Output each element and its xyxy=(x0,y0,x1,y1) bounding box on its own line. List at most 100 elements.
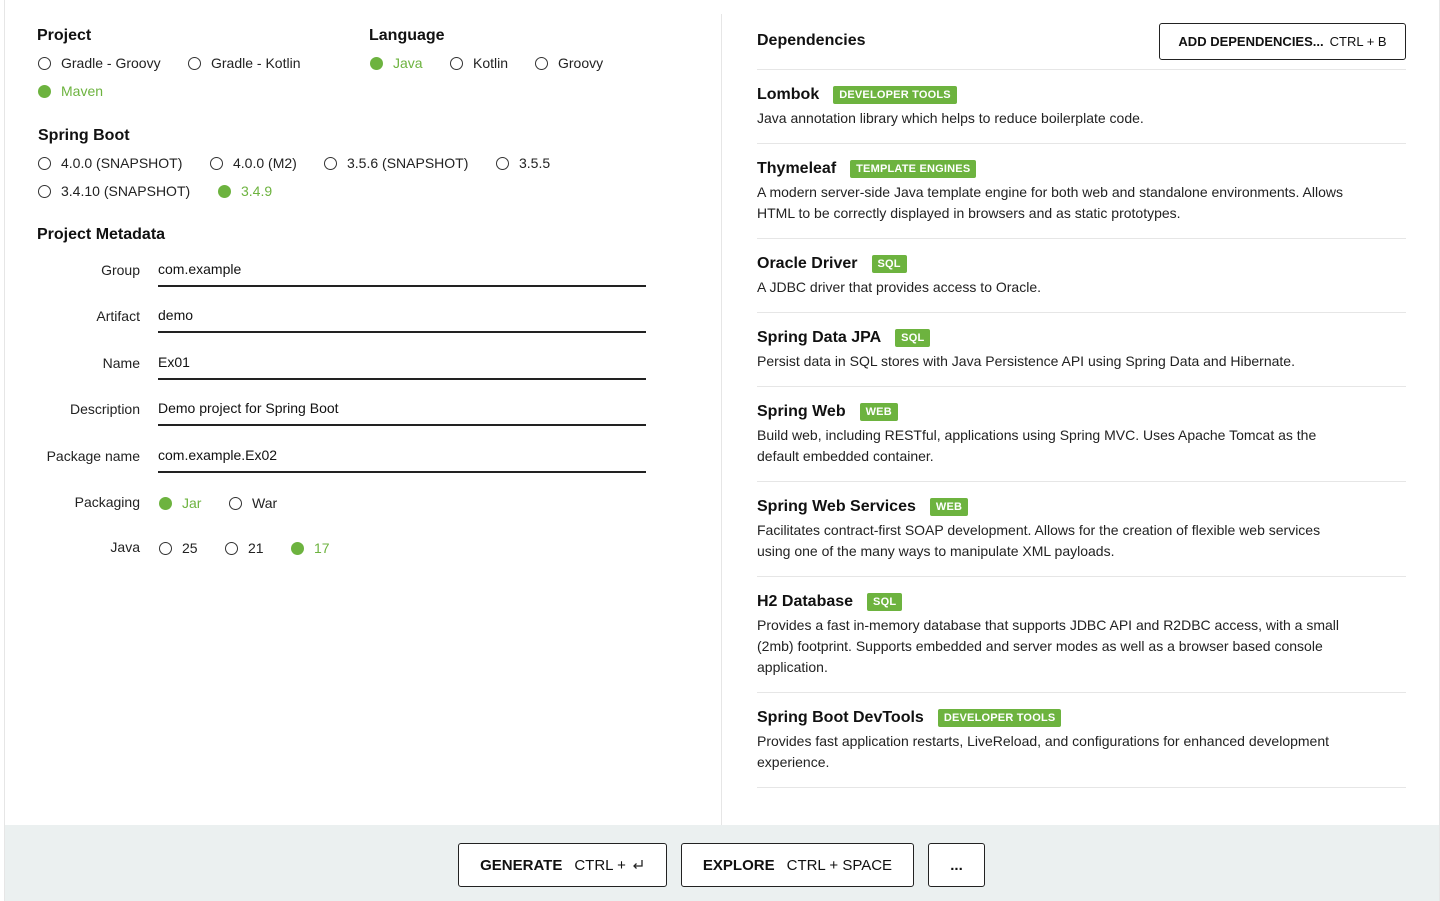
radio-label: 3.5.5 xyxy=(519,155,551,171)
name-label: Name xyxy=(102,355,140,371)
dependency-divider xyxy=(757,69,1406,70)
radio-dot xyxy=(218,184,231,198)
dependency-divider xyxy=(757,576,1406,577)
dependency-name: H2 Database xyxy=(757,593,854,610)
group-input[interactable] xyxy=(158,253,646,287)
radio-dot xyxy=(450,56,463,70)
radio-label: Kotlin xyxy=(473,55,509,71)
radio-dot xyxy=(496,156,509,170)
dependency-description: Persist data in SQL stores with Java Per… xyxy=(757,353,1295,369)
radio-boot-3-4-9[interactable]: 3.4.9 xyxy=(218,183,272,199)
dependency-description: A modern server-side Java template engin… xyxy=(757,184,1344,221)
radio-dot xyxy=(324,156,337,170)
radio-boot-4-0-0-m2[interactable]: 4.0.0 (M2) xyxy=(210,155,297,171)
radio-label: 17 xyxy=(314,540,330,556)
radio-label: War xyxy=(252,495,278,511)
radio-boot-3-5-5[interactable]: 3.5.5 xyxy=(496,155,550,171)
radio-label: 4.0.0 (M2) xyxy=(233,155,297,171)
description-input[interactable] xyxy=(158,392,646,426)
radio-label: 4.0.0 (SNAPSHOT) xyxy=(61,155,183,171)
dependency-name: Spring Web xyxy=(757,403,846,420)
dependency-description: A JDBC driver that provides access to Or… xyxy=(757,279,1041,295)
radio-label: Maven xyxy=(61,83,104,99)
radio-groovy[interactable]: Groovy xyxy=(535,55,603,71)
dependency-divider xyxy=(757,238,1406,239)
radio-maven[interactable]: Maven xyxy=(38,83,103,99)
radio-label: 25 xyxy=(182,540,198,556)
dependency-item-thymeleaf: Thymeleaf TEMPLATE ENGINES A modern serve… xyxy=(757,158,1406,224)
dependency-name: Spring Web Services xyxy=(757,498,916,515)
dependency-item-lombok: Lombok DEVELOPER TOOLS Java annotation li… xyxy=(757,84,1406,129)
radio-packaging-war[interactable]: War xyxy=(229,495,277,511)
dependency-item-spring-data-jpa: Spring Data JPA SQL Persist data in SQL s… xyxy=(757,327,1406,372)
radio-java-21[interactable]: 21 xyxy=(225,540,264,556)
radio-gradle-kotlin[interactable]: Gradle - Kotlin xyxy=(188,55,300,71)
enter-key-icon xyxy=(632,860,643,869)
dependency-divider xyxy=(757,787,1406,788)
dependency-badge: SQL xyxy=(867,593,903,611)
radio-dot xyxy=(38,56,51,70)
dependency-item-spring-web: Spring Web WEB Build web, including RESTf… xyxy=(757,401,1406,467)
dependency-badge: DEVELOPER TOOLS xyxy=(937,709,1062,727)
generate-shortcut-text: CTRL + xyxy=(574,856,626,874)
dependency-name: Lombok xyxy=(757,86,820,103)
radio-java[interactable]: Java xyxy=(370,55,423,71)
dependency-item-h2-database: H2 Database SQL Provides a fast in-memory… xyxy=(757,591,1406,678)
column-divider xyxy=(721,14,722,825)
radio-boot-3-5-6-snapshot[interactable]: 3.5.6 (SNAPSHOT) xyxy=(324,155,468,171)
dependency-description: Provides a fast in-memory database that … xyxy=(757,617,1340,675)
package-name-input[interactable] xyxy=(158,439,646,473)
more-options-button[interactable]: ... xyxy=(928,843,985,887)
dependency-name: Spring Boot DevTools xyxy=(757,709,924,726)
dependencies-title: Dependencies xyxy=(757,32,866,49)
dependency-item-spring-boot-devtools: Spring Boot DevTools DEVELOPER TOOLS Prov… xyxy=(757,707,1406,773)
dependency-badge: SQL xyxy=(871,255,907,273)
explore-button[interactable]: EXPLORE CTRL + SPACE xyxy=(681,843,914,887)
radio-gradle-groovy[interactable]: Gradle - Groovy xyxy=(38,55,161,71)
dependency-item-oracle-driver: Oracle Driver SQL A JDBC driver that prov… xyxy=(757,253,1406,298)
dependency-description: Build web, including RESTful, applicatio… xyxy=(757,427,1317,464)
explore-shortcut: CTRL + SPACE xyxy=(786,856,893,874)
spring-boot-section-title: Spring Boot xyxy=(38,127,130,144)
generate-label: GENERATE xyxy=(480,856,563,874)
dependency-item-spring-web-services: Spring Web Services WEB Facilitates contr… xyxy=(757,496,1406,562)
radio-java-25[interactable]: 25 xyxy=(159,540,198,556)
dependency-badge: WEB xyxy=(929,498,969,516)
dependency-badge: TEMPLATE ENGINES xyxy=(850,160,977,178)
generate-button[interactable]: GENERATE CTRL + xyxy=(458,843,667,887)
language-section-title: Language xyxy=(369,27,445,44)
add-dependencies-button[interactable]: ADD DEPENDENCIES... CTRL + B xyxy=(1159,23,1406,60)
radio-label: Jar xyxy=(182,495,202,511)
dependency-badge: WEB xyxy=(859,403,898,421)
dependency-badge: DEVELOPER TOOLS xyxy=(833,86,957,104)
radio-dot xyxy=(188,56,201,70)
packaging-label: Packaging xyxy=(74,494,140,510)
radio-packaging-jar[interactable]: Jar xyxy=(159,495,201,511)
radio-dot xyxy=(535,56,548,70)
dependency-divider xyxy=(757,692,1406,693)
radio-kotlin[interactable]: Kotlin xyxy=(450,55,508,71)
dependency-description: Java annotation library which helps to r… xyxy=(757,110,1144,126)
radio-dot xyxy=(159,541,172,555)
dependency-divider xyxy=(757,481,1406,482)
artifact-label: Artifact xyxy=(96,308,140,324)
dependency-divider xyxy=(757,312,1406,313)
radio-java-17[interactable]: 17 xyxy=(291,540,330,556)
radio-dot xyxy=(370,56,383,70)
package-name-label: Package name xyxy=(46,448,140,464)
radio-label: 3.5.6 (SNAPSHOT) xyxy=(347,155,469,171)
add-dependencies-label: ADD DEPENDENCIES... xyxy=(1178,34,1324,49)
dependency-name: Thymeleaf xyxy=(757,160,837,177)
dependency-description: Facilitates contract-first SOAP developm… xyxy=(757,522,1321,559)
name-input[interactable] xyxy=(158,346,646,380)
group-label: Group xyxy=(101,262,140,278)
radio-label: Java xyxy=(393,55,423,71)
radio-dot xyxy=(210,156,223,170)
more-options-label: ... xyxy=(950,856,963,874)
dependency-divider xyxy=(757,386,1406,387)
artifact-input[interactable] xyxy=(158,299,646,333)
radio-boot-4-0-0-snapshot[interactable]: 4.0.0 (SNAPSHOT) xyxy=(38,155,182,171)
radio-dot xyxy=(159,496,172,510)
radio-boot-3-4-10-snapshot[interactable]: 3.4.10 (SNAPSHOT) xyxy=(38,183,190,199)
description-label: Description xyxy=(69,401,140,417)
